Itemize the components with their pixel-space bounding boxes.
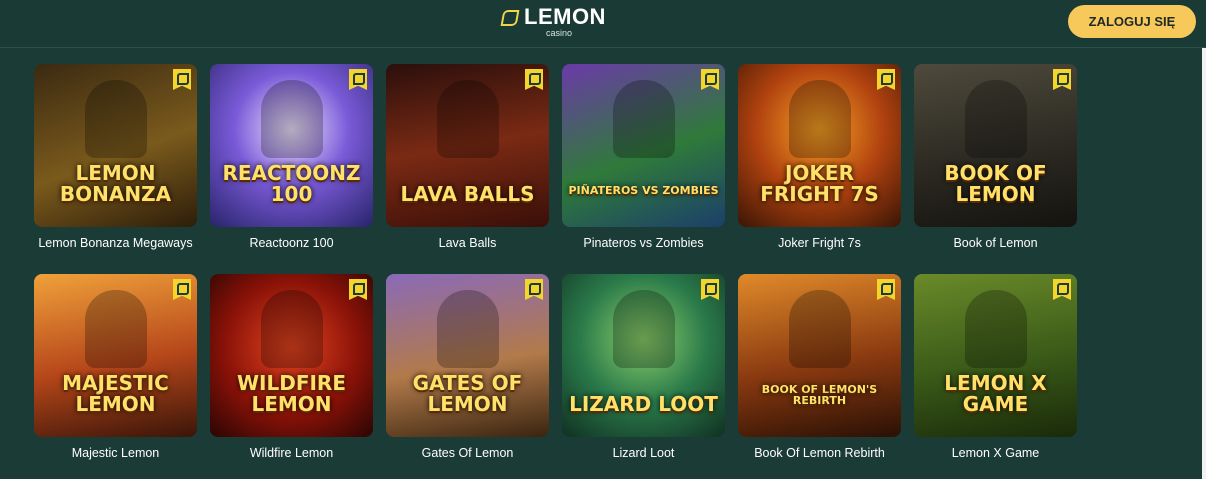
lemon-badge-icon	[701, 279, 719, 300]
game-name[interactable]: Wildfire Lemon	[210, 446, 373, 460]
lemon-badge-icon	[173, 279, 191, 300]
logo-word: LEMON	[524, 4, 606, 29]
lemon-casino-logo[interactable]: LEMON casino	[500, 6, 606, 38]
game-art-figure	[436, 290, 499, 368]
lemon-leaf-icon	[500, 10, 520, 26]
game-name[interactable]: Book of Lemon	[914, 236, 1077, 250]
game-tile[interactable]: BOOK OF LEMON Book of Lemon	[914, 64, 1077, 250]
game-name[interactable]: Lemon Bonanza Megaways	[34, 236, 197, 250]
game-name[interactable]: Joker Fright 7s	[738, 236, 901, 250]
lemon-badge-icon	[525, 69, 543, 90]
game-art-figure	[788, 290, 851, 368]
game-art-figure	[436, 80, 499, 158]
game-grid: LEMON BONANZA Lemon Bonanza Megaways REACT…	[34, 64, 1077, 460]
lemon-badge-icon	[1053, 69, 1071, 90]
game-art-title: BOOK OF LEMON	[944, 161, 1047, 206]
game-thumbnail[interactable]: JOKER FRIGHT 7s	[738, 64, 901, 227]
game-thumbnail[interactable]: LAVA BALLS	[386, 64, 549, 227]
lemon-badge-icon	[877, 69, 895, 90]
game-art-figure	[964, 290, 1027, 368]
game-name[interactable]: Reactoonz 100	[210, 236, 373, 250]
game-thumbnail[interactable]: REACTOONZ 100	[210, 64, 373, 227]
lemon-badge-icon	[1053, 279, 1071, 300]
game-art-figure	[84, 290, 147, 368]
top-bar: LEMON casino ZALOGUJ SIĘ	[0, 0, 1206, 48]
game-art-title: LEMON X GAME	[944, 371, 1047, 416]
game-thumbnail[interactable]: PIÑATEROS VS ZOMBIES	[562, 64, 725, 227]
game-tile[interactable]: WILDFIRE LEMON Wildfire Lemon	[210, 274, 373, 460]
game-tile[interactable]: JOKER FRIGHT 7s Joker Fright 7s	[738, 64, 901, 250]
game-thumbnail[interactable]: GATES OF LEMON	[386, 274, 549, 437]
logo-text: LEMON casino	[524, 6, 606, 38]
game-art-figure	[964, 80, 1027, 158]
game-art-figure	[788, 80, 851, 158]
lemon-badge-icon	[525, 279, 543, 300]
login-button[interactable]: ZALOGUJ SIĘ	[1068, 5, 1196, 38]
game-tile[interactable]: BOOK OF LEMON'S REBIRTH Book Of Lemon Reb…	[738, 274, 901, 460]
game-art-figure	[260, 290, 323, 368]
game-art-figure	[84, 80, 147, 158]
game-art-title: GATES OF LEMON	[412, 371, 523, 416]
logo-sub: casino	[546, 28, 573, 38]
game-art-title: BOOK OF LEMON'S REBIRTH	[761, 382, 878, 408]
game-tile[interactable]: LIZARD LOOT Lizard Loot	[562, 274, 725, 460]
game-art-figure	[260, 80, 323, 158]
game-art-title: PIÑATEROS VS ZOMBIES	[568, 184, 719, 198]
lemon-badge-icon	[877, 279, 895, 300]
game-art-figure	[612, 80, 675, 158]
game-tile[interactable]: GATES OF LEMON Gates Of Lemon	[386, 274, 549, 460]
game-art-figure	[612, 290, 675, 368]
game-art-title: LAVA BALLS	[400, 182, 535, 206]
game-tile[interactable]: REACTOONZ 100 Reactoonz 100	[210, 64, 373, 250]
game-art-title: JOKER FRIGHT 7s	[760, 161, 879, 206]
game-name[interactable]: Lava Balls	[386, 236, 549, 250]
game-tile[interactable]: LEMON X GAME Lemon X Game	[914, 274, 1077, 460]
scrollbar[interactable]	[1202, 48, 1206, 479]
game-art-title: LEMON BONANZA	[59, 161, 172, 206]
game-thumbnail[interactable]: WILDFIRE LEMON	[210, 274, 373, 437]
game-art-title: WILDFIRE LEMON	[236, 371, 346, 416]
game-thumbnail[interactable]: LIZARD LOOT	[562, 274, 725, 437]
game-thumbnail[interactable]: MAJESTIC LEMON	[34, 274, 197, 437]
game-thumbnail[interactable]: BOOK OF LEMON	[914, 64, 1077, 227]
game-name[interactable]: Pinateros vs Zombies	[562, 236, 725, 250]
game-name[interactable]: Book Of Lemon Rebirth	[738, 446, 901, 460]
game-tile[interactable]: PIÑATEROS VS ZOMBIES Pinateros vs Zombies	[562, 64, 725, 250]
lemon-badge-icon	[349, 69, 367, 90]
lemon-badge-icon	[173, 69, 191, 90]
game-art-title: REACTOONZ 100	[222, 161, 361, 206]
game-art-title: MAJESTIC LEMON	[62, 371, 169, 416]
game-name[interactable]: Gates Of Lemon	[386, 446, 549, 460]
lemon-badge-icon	[349, 279, 367, 300]
lemon-badge-icon	[701, 69, 719, 90]
game-name[interactable]: Majestic Lemon	[34, 446, 197, 460]
game-tile[interactable]: LEMON BONANZA Lemon Bonanza Megaways	[34, 64, 197, 250]
game-name[interactable]: Lemon X Game	[914, 446, 1077, 460]
game-thumbnail[interactable]: LEMON BONANZA	[34, 64, 197, 227]
game-tile[interactable]: LAVA BALLS Lava Balls	[386, 64, 549, 250]
game-tile[interactable]: MAJESTIC LEMON Majestic Lemon	[34, 274, 197, 460]
game-thumbnail[interactable]: LEMON X GAME	[914, 274, 1077, 437]
game-name[interactable]: Lizard Loot	[562, 446, 725, 460]
game-art-title: LIZARD LOOT	[569, 392, 718, 416]
game-thumbnail[interactable]: BOOK OF LEMON'S REBIRTH	[738, 274, 901, 437]
